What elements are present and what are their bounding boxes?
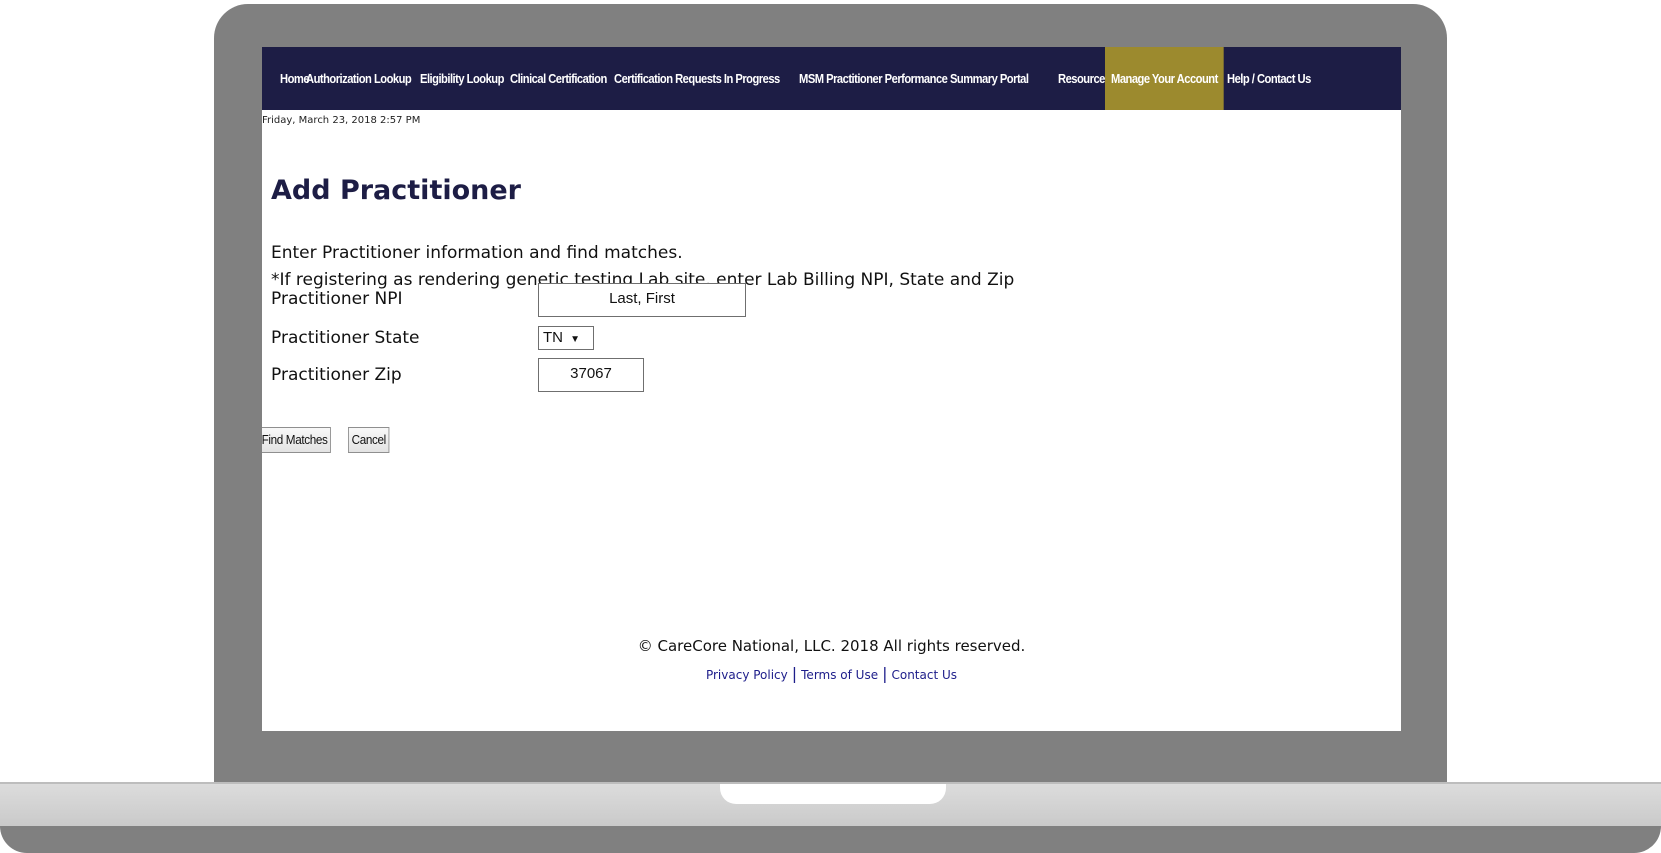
link-separator: | <box>791 664 798 683</box>
main-nav: Home Authorization Lookup Eligibility Lo… <box>262 47 1401 110</box>
nav-item-manage-account[interactable]: Manage Your Account <box>1104 47 1224 110</box>
zip-input[interactable]: 37067 <box>538 358 644 392</box>
find-matches-button[interactable]: Find Matches <box>262 427 332 453</box>
copyright-text: © CareCore National, LLC. 2018 All right… <box>637 637 1026 655</box>
screen: Home Authorization Lookup Eligibility Lo… <box>262 47 1401 731</box>
state-select[interactable]: TN ▼ <box>538 326 594 350</box>
laptop-base-bottom <box>0 826 1661 853</box>
state-label: Practitioner State <box>271 328 420 348</box>
current-datetime: Friday, March 23, 2018 2:57 PM <box>262 115 421 126</box>
intro-line-1: Enter Practitioner information and find … <box>271 243 683 263</box>
nav-item-clinical-certification[interactable]: Clinical Certification <box>504 47 613 110</box>
npi-label: Practitioner NPI <box>271 289 403 309</box>
nav-item-msm-portal[interactable]: MSM Practitioner Performance Summary Por… <box>793 47 1034 110</box>
footer-links: Privacy Policy | Terms of Use | Contact Us <box>262 664 1401 683</box>
page-title: Add Practitioner <box>271 175 522 206</box>
nav-item-certification-requests[interactable]: Certification Requests In Progress <box>608 47 786 110</box>
chevron-down-icon: ▼ <box>570 334 581 345</box>
terms-of-use-link[interactable]: Terms of Use <box>801 668 878 682</box>
cancel-button[interactable]: Cancel <box>348 427 390 453</box>
nav-item-eligibility-lookup[interactable]: Eligibility Lookup <box>414 47 510 110</box>
npi-input[interactable]: Last, First <box>538 283 746 317</box>
laptop-notch <box>720 784 946 804</box>
privacy-policy-link[interactable]: Privacy Policy <box>706 668 788 682</box>
nav-item-help-contact[interactable]: Help / Contact Us <box>1221 47 1317 110</box>
state-value: TN <box>543 329 563 346</box>
link-separator: | <box>882 664 888 683</box>
zip-label: Practitioner Zip <box>271 365 402 385</box>
contact-us-link[interactable]: Contact Us <box>891 668 957 682</box>
nav-item-authorization-lookup[interactable]: Authorization Lookup <box>300 47 417 110</box>
